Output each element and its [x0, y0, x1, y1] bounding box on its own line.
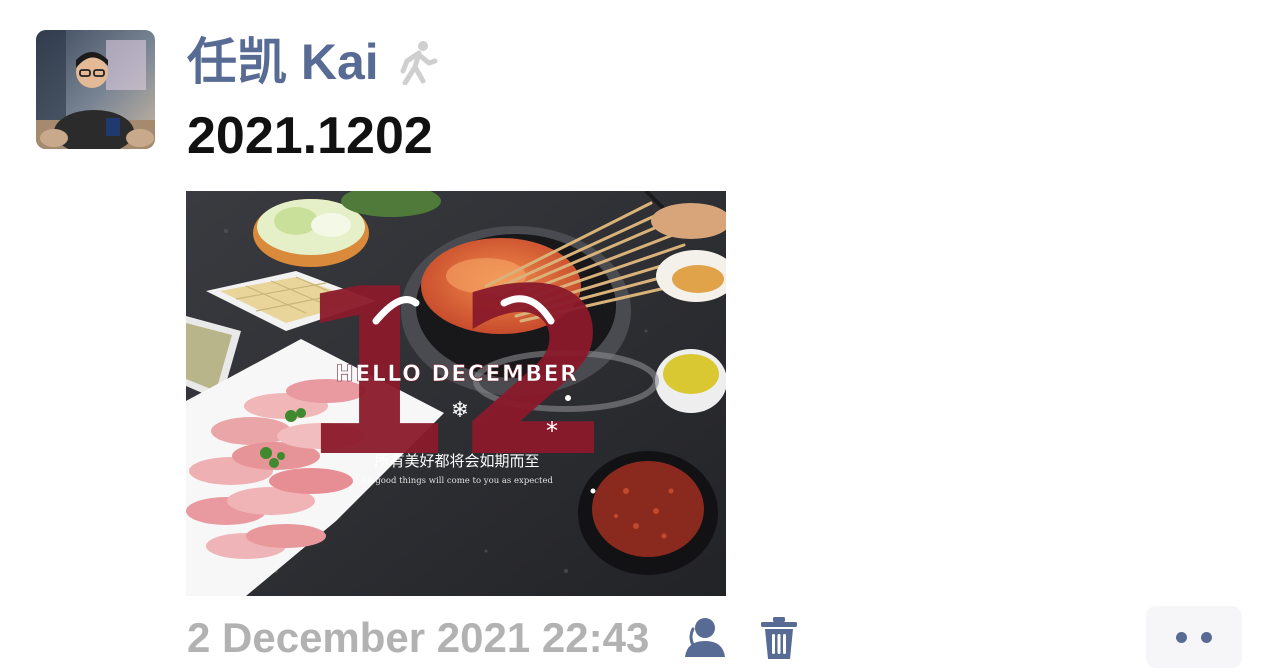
meta-row: 2 December 2021 22:43 [187, 610, 799, 666]
post-photo[interactable]: 12 HELLO DECEMBER ❄ * 所有美好都将会如期而至 All go… [186, 191, 726, 596]
overlay-title: HELLO DECEMBER [335, 362, 578, 387]
avatar-photo [36, 30, 155, 149]
overlay-caption-cn: 所有美好都将会如期而至 [374, 452, 539, 470]
overlay-caption-en: All good things will come to you as expe… [360, 476, 553, 486]
person-icon[interactable] [679, 615, 729, 661]
trash-icon[interactable] [759, 615, 799, 661]
moment-post: 任凯 Kai 2021.1202 12 HELLO DECEMBER ❄ * 所… [0, 0, 1284, 672]
author-row: 任凯 Kai [187, 30, 439, 94]
avatar[interactable] [36, 30, 155, 149]
svg-text:❄: ❄ [451, 398, 469, 423]
more-options-button[interactable] [1146, 606, 1242, 668]
hotpot-photo: 12 HELLO DECEMBER ❄ * 所有美好都将会如期而至 All go… [186, 191, 726, 596]
two-dots-icon [1176, 631, 1187, 643]
post-timestamp: 2 December 2021 22:43 [187, 614, 650, 661]
walking-person-icon [400, 41, 438, 85]
two-dots-icon [1201, 631, 1212, 643]
author-name[interactable]: 任凯 Kai [187, 37, 379, 87]
svg-text:*: * [546, 417, 558, 445]
post-text: 2021.1202 [187, 107, 433, 165]
